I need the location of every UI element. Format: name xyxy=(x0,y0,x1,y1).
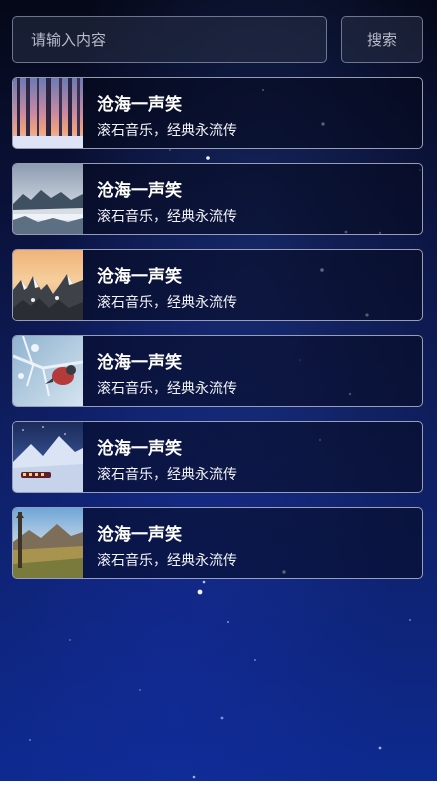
result-item[interactable]: 沧海一声笑 滚石音乐，经典永流传 xyxy=(12,77,423,149)
result-title: 沧海一声笑 xyxy=(97,95,182,115)
app-screen: 搜索 xyxy=(0,0,437,781)
result-subtitle: 滚石音乐，经典永流传 xyxy=(97,381,237,397)
result-item[interactable]: 沧海一声笑 滚石音乐，经典永流传 xyxy=(12,421,423,493)
result-subtitle: 滚石音乐，经典永流传 xyxy=(97,467,237,483)
result-item[interactable]: 沧海一声笑 滚石音乐，经典永流传 xyxy=(12,507,423,579)
result-title: 沧海一声笑 xyxy=(97,181,182,201)
thumbnail-misty-mountains xyxy=(13,164,83,234)
result-title: 沧海一声笑 xyxy=(97,439,182,459)
result-item[interactable]: 沧海一声笑 滚石音乐，经典永流传 xyxy=(12,249,423,321)
result-subtitle: 滚石音乐，经典永流传 xyxy=(97,553,237,569)
search-input[interactable] xyxy=(12,16,327,63)
result-item[interactable]: 沧海一声笑 滚石音乐，经典永流传 xyxy=(12,163,423,235)
result-list: 沧海一声笑 滚石音乐，经典永流传 沧海一声笑 滚石音乐，经典永流传 沧海一声笑 … xyxy=(12,77,423,593)
thumbnail-mountain-meadow xyxy=(13,508,83,578)
search-button[interactable]: 搜索 xyxy=(341,16,423,63)
search-bar: 搜索 xyxy=(12,16,423,63)
thumbnail-winter-forest xyxy=(13,78,83,148)
result-subtitle: 滚石音乐，经典永流传 xyxy=(97,209,237,225)
thumbnail-snowy-peaks xyxy=(13,250,83,320)
result-title: 沧海一声笑 xyxy=(97,525,182,545)
thumbnail-red-bird xyxy=(13,336,83,406)
result-item[interactable]: 沧海一声笑 滚石音乐，经典永流传 xyxy=(12,335,423,407)
result-subtitle: 滚石音乐，经典永流传 xyxy=(97,295,237,311)
result-title: 沧海一声笑 xyxy=(97,353,182,373)
result-title: 沧海一声笑 xyxy=(97,267,182,287)
thumbnail-night-train xyxy=(13,422,83,492)
result-subtitle: 滚石音乐，经典永流传 xyxy=(97,123,237,139)
